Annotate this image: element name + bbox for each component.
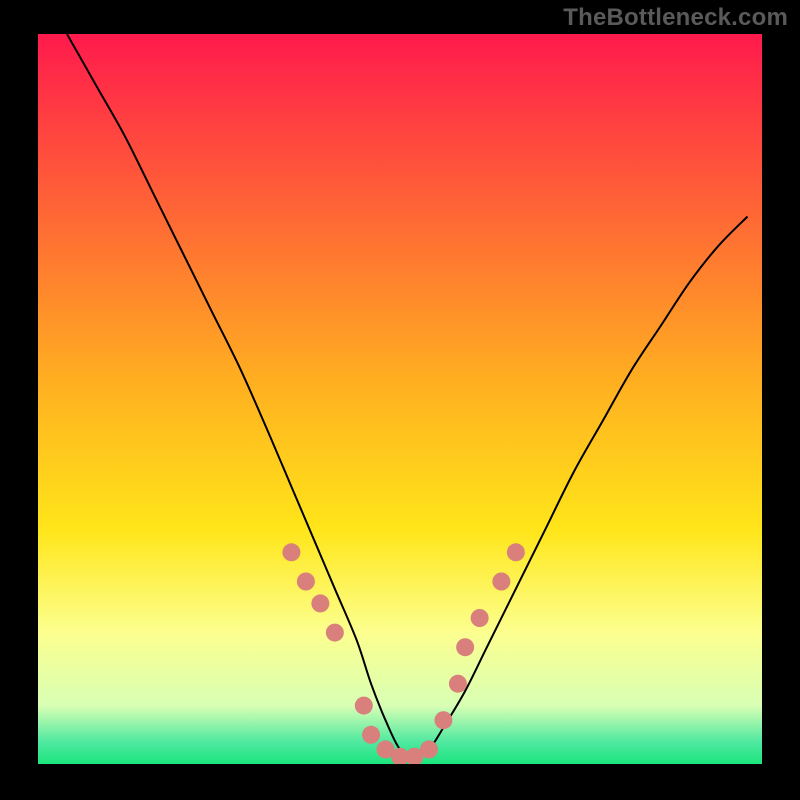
curve-marker <box>507 543 525 561</box>
curve-marker <box>311 594 329 612</box>
curve-marker <box>492 573 510 591</box>
curve-marker <box>326 624 344 642</box>
curve-marker <box>355 697 373 715</box>
chart-stage: TheBottleneck.com <box>0 0 800 800</box>
curve-marker <box>282 543 300 561</box>
gradient-background <box>38 34 762 764</box>
watermark-text: TheBottleneck.com <box>563 4 788 32</box>
curve-marker <box>434 711 452 729</box>
curve-marker <box>362 726 380 744</box>
curve-marker <box>297 573 315 591</box>
curve-marker <box>420 740 438 758</box>
curve-marker <box>471 609 489 627</box>
curve-marker <box>456 638 474 656</box>
chart-svg <box>0 0 800 800</box>
curve-marker <box>449 675 467 693</box>
